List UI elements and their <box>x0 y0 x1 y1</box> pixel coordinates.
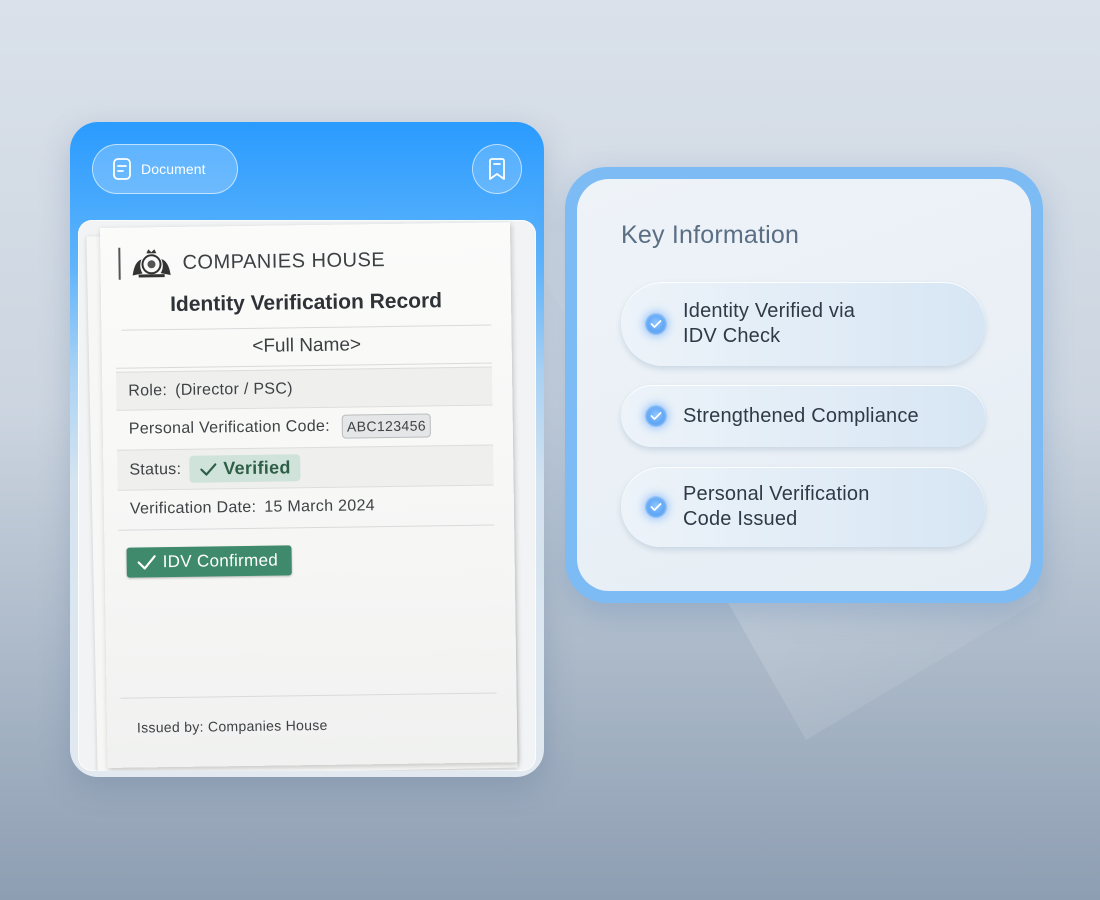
companies-house-header: COMPANIES HOUSE <box>118 244 385 280</box>
document-tab-label: Document <box>141 161 206 177</box>
verification-code-value: ABC123456 <box>341 412 432 439</box>
verification-date-value: 15 March 2024 <box>264 496 376 516</box>
key-info-line: Code Issued <box>683 508 798 530</box>
identity-verification-record: COMPANIES HOUSE Identity Verification Re… <box>100 222 518 768</box>
checkmark-icon <box>137 554 157 570</box>
role-value: (Director / PSC) <box>175 379 293 399</box>
check-circle-icon <box>645 496 667 518</box>
document-tab-button[interactable]: Document <box>92 144 238 194</box>
key-info-text: Identity Verified via IDV Check <box>683 299 855 349</box>
check-circle-icon <box>645 313 667 335</box>
verification-code-label: Personal Verification Code: <box>128 417 331 438</box>
idv-confirmed-badge: IDV Confirmed <box>126 545 293 578</box>
verification-date-row: Verification Date: 15 March 2024 <box>117 484 495 528</box>
check-circle-icon <box>645 405 667 427</box>
verification-code-row: Personal Verification Code: ABC123456 <box>116 404 494 448</box>
record-title: Identity Verification Record <box>169 289 443 317</box>
key-info-line: Identity Verified via <box>683 300 856 322</box>
status-label: Status: <box>129 460 182 479</box>
document-viewer-card: Document COMPANIES HOUSE Identity Verifi… <box>70 122 544 777</box>
role-row: Role: (Director / PSC) <box>116 366 493 410</box>
bookmark-icon <box>487 157 507 181</box>
key-info-line: Personal Verification <box>683 483 870 505</box>
key-info-text: Personal Verification Code Issued <box>683 482 870 532</box>
royal-crest-icon <box>128 247 174 280</box>
key-info-item: Personal Verification Code Issued <box>621 467 985 547</box>
key-info-text: Strengthened Compliance <box>683 404 919 429</box>
footer-divider <box>120 692 497 699</box>
title-divider <box>121 324 492 331</box>
organisation-name: COMPANIES HOUSE <box>182 248 386 274</box>
key-information-panel: Key Information Identity Verified via ID… <box>577 179 1031 591</box>
document-scan-frame: COMPANIES HOUSE Identity Verification Re… <box>78 220 536 771</box>
key-info-line: Strengthened Compliance <box>683 404 919 427</box>
issued-by-text: Issued by: Companies House <box>136 716 328 736</box>
bookmark-button[interactable] <box>472 144 522 194</box>
key-info-item: Identity Verified via IDV Check <box>621 282 985 366</box>
idv-confirmed-label: IDV Confirmed <box>162 550 279 572</box>
checkmark-icon <box>199 462 217 476</box>
document-icon <box>113 158 131 180</box>
full-name-placeholder: <Full Name> <box>252 334 362 357</box>
status-value: Verified <box>223 457 291 479</box>
status-verified-badge: Verified <box>189 454 301 483</box>
verification-date-label: Verification Date: <box>129 498 257 518</box>
key-information-title: Key Information <box>621 221 800 249</box>
status-row: Status: Verified <box>117 444 494 490</box>
key-info-item: Strengthened Compliance <box>621 385 985 447</box>
role-label: Role: <box>128 381 168 400</box>
key-info-line: IDV Check <box>683 325 781 347</box>
key-information-card: Key Information Identity Verified via ID… <box>565 167 1043 603</box>
header-divider <box>118 247 121 280</box>
